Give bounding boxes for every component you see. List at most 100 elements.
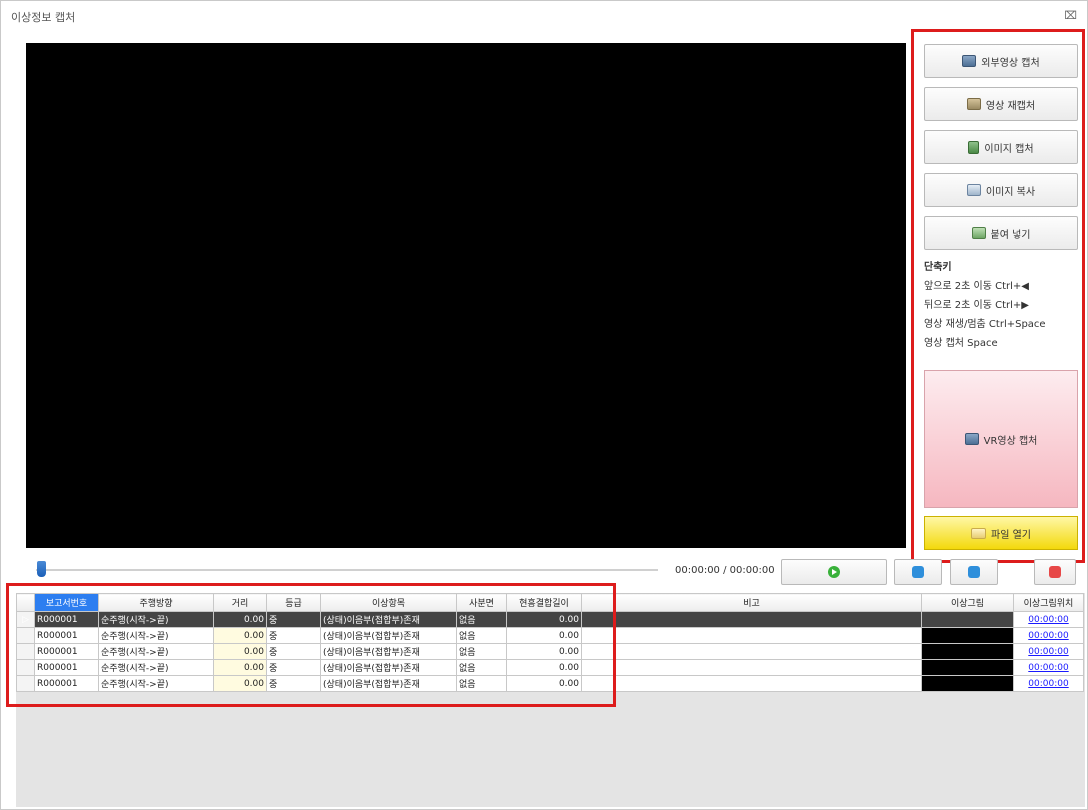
column-header[interactable]: 주행방향	[98, 593, 214, 612]
item-cell[interactable]: (상태)이음부(접합부)존재	[320, 659, 457, 676]
column-header[interactable]: 등급	[266, 593, 321, 612]
quadrant-cell[interactable]: 없음	[456, 675, 507, 692]
column-header[interactable]: 보고서번호	[34, 593, 99, 612]
report-number-cell[interactable]: R000001	[34, 643, 99, 660]
length-cell[interactable]: 0.00	[506, 659, 582, 676]
image-copy-label: 이미지 복사	[985, 186, 1036, 198]
quadrant-cell[interactable]: 없음	[456, 611, 507, 628]
report-number-cell[interactable]: R000001	[34, 675, 99, 692]
distance-cell[interactable]: 0.00	[213, 675, 267, 692]
table-row[interactable]: ▷ R000001 순주행(시작->끝) 0.00 중 (상태)이음부(접합부)…	[16, 611, 1084, 628]
paste-label: 붙여 넣기	[990, 229, 1031, 241]
item-cell[interactable]: (상태)이음부(접합부)존재	[320, 627, 457, 644]
image-position-link[interactable]: 00:00:00	[1013, 627, 1084, 644]
image-cell[interactable]	[921, 643, 1014, 660]
note-cell[interactable]	[581, 659, 922, 676]
image-copy-button[interactable]: 이미지 복사	[924, 173, 1078, 207]
window-title: 이상정보 캡처	[11, 11, 76, 24]
table-row[interactable]: R000001 순주행(시작->끝) 0.00 중 (상태)이음부(접합부)존재…	[16, 675, 1084, 692]
length-cell[interactable]: 0.00	[506, 675, 582, 692]
play-button[interactable]	[781, 559, 887, 585]
image-cell[interactable]	[921, 611, 1014, 628]
note-cell[interactable]	[581, 643, 922, 660]
camera-icon	[964, 433, 979, 445]
open-file-button[interactable]: 파일 열기	[924, 516, 1078, 550]
camera-icon	[962, 55, 977, 67]
forward-icon	[968, 566, 980, 578]
distance-cell[interactable]: 0.00	[213, 627, 267, 644]
image-cell[interactable]	[921, 627, 1014, 644]
note-cell[interactable]	[581, 611, 922, 628]
image-position-link[interactable]: 00:00:00	[1013, 611, 1084, 628]
column-header[interactable]: 현흥결합길이	[506, 593, 582, 612]
shortcut-line: 영상 재생/멈춤 Ctrl+Space	[924, 319, 1046, 330]
table-row[interactable]: R000001 순주행(시작->끝) 0.00 중 (상태)이음부(접합부)존재…	[16, 643, 1084, 660]
shortcut-line: 뒤으로 2초 이동 Ctrl+▶	[924, 300, 1029, 311]
item-cell[interactable]: (상태)이음부(접합부)존재	[320, 611, 457, 628]
report-number-cell[interactable]: R000001	[34, 611, 99, 628]
quadrant-cell[interactable]: 없음	[456, 643, 507, 660]
table-row[interactable]: R000001 순주행(시작->끝) 0.00 중 (상태)이음부(접합부)존재…	[16, 659, 1084, 676]
distance-cell[interactable]: 0.00	[213, 643, 267, 660]
row-indicator	[16, 627, 35, 644]
direction-cell[interactable]: 순주행(시작->끝)	[98, 659, 214, 676]
direction-cell[interactable]: 순주행(시작->끝)	[98, 611, 214, 628]
grade-cell[interactable]: 중	[266, 659, 321, 676]
report-number-cell[interactable]: R000001	[34, 627, 99, 644]
stop-button[interactable]	[1034, 559, 1076, 585]
image-cell[interactable]	[921, 659, 1014, 676]
column-header[interactable]: 이상그림위치	[1013, 593, 1084, 612]
grade-cell[interactable]: 중	[266, 627, 321, 644]
column-header[interactable]: 이상그림	[921, 593, 1014, 612]
paste-button[interactable]: 붙여 넣기	[924, 216, 1078, 250]
column-header[interactable]: 이상항목	[320, 593, 457, 612]
image-cell[interactable]	[921, 675, 1014, 692]
seek-slider-thumb[interactable]	[37, 561, 46, 577]
direction-cell[interactable]: 순주행(시작->끝)	[98, 675, 214, 692]
column-header[interactable]: 비고	[581, 593, 922, 612]
recapture-icon	[966, 98, 981, 110]
quadrant-cell[interactable]: 없음	[456, 627, 507, 644]
image-position-link[interactable]: 00:00:00	[1013, 643, 1084, 660]
seek-track[interactable]	[36, 569, 658, 571]
folder-icon	[971, 527, 986, 539]
note-cell[interactable]	[581, 627, 922, 644]
image-position-link[interactable]: 00:00:00	[1013, 659, 1084, 676]
forward-button[interactable]	[950, 559, 998, 585]
shortcut-line: 앞으로 2초 이동 Ctrl+◀	[924, 281, 1029, 292]
vr-capture-button[interactable]: VR영상 캡처	[924, 370, 1078, 508]
direction-cell[interactable]: 순주행(시작->끝)	[98, 643, 214, 660]
length-cell[interactable]: 0.00	[506, 611, 582, 628]
column-header[interactable]: 사분면	[456, 593, 507, 612]
grade-cell[interactable]: 중	[266, 675, 321, 692]
length-cell[interactable]: 0.00	[506, 627, 582, 644]
distance-cell[interactable]: 0.00	[213, 659, 267, 676]
column-header[interactable]: 거리	[213, 593, 267, 612]
quadrant-cell[interactable]: 없음	[456, 659, 507, 676]
item-cell[interactable]: (상태)이음부(접합부)존재	[320, 675, 457, 692]
item-cell[interactable]: (상태)이음부(접합부)존재	[320, 643, 457, 660]
rewind-button[interactable]	[894, 559, 942, 585]
close-icon[interactable]: ⌧	[1064, 9, 1077, 22]
image-position-link[interactable]: 00:00:00	[1013, 675, 1084, 692]
image-capture-button[interactable]: 이미지 캡처	[924, 130, 1078, 164]
direction-cell[interactable]: 순주행(시작->끝)	[98, 627, 214, 644]
right-control-panel: 외부영상 캡처 영상 재캡처 이미지 캡처 이미지 복사 붙여 넣기 단축키 앞…	[911, 29, 1085, 563]
note-cell[interactable]	[581, 675, 922, 692]
grade-cell[interactable]: 중	[266, 611, 321, 628]
time-readout: 00:00:00 / 00:00:00	[675, 565, 775, 576]
video-viewer[interactable]	[26, 43, 906, 548]
table-row[interactable]: R000001 순주행(시작->끝) 0.00 중 (상태)이음부(접합부)존재…	[16, 627, 1084, 644]
recapture-label: 영상 재캡처	[985, 100, 1036, 112]
distance-cell[interactable]: 0.00	[213, 611, 267, 628]
grade-cell[interactable]: 중	[266, 643, 321, 660]
length-cell[interactable]: 0.00	[506, 643, 582, 660]
paste-icon	[971, 227, 986, 239]
report-number-cell[interactable]: R000001	[34, 659, 99, 676]
shortcut-help: 단축키 앞으로 2초 이동 Ctrl+◀ 뒤으로 2초 이동 Ctrl+▶ 영상…	[924, 258, 1080, 354]
play-icon	[828, 566, 840, 578]
vr-capture-label: VR영상 캡처	[983, 435, 1038, 447]
recapture-button[interactable]: 영상 재캡처	[924, 87, 1078, 121]
row-indicator	[16, 643, 35, 660]
external-capture-button[interactable]: 외부영상 캡처	[924, 44, 1078, 78]
